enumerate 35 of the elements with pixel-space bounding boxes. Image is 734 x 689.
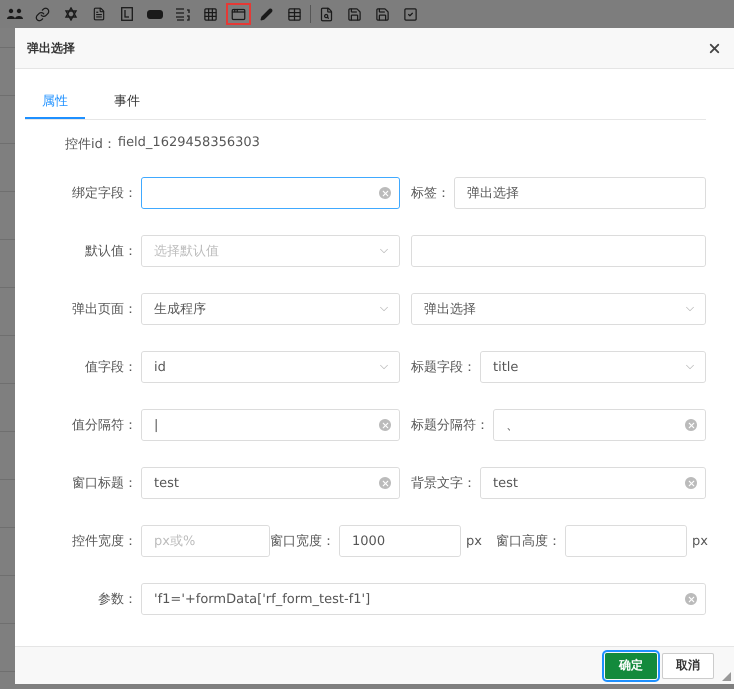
field-label: 标题字段： [411,359,477,376]
unit-label: px [690,534,709,548]
tab[interactable]: 事件 [97,87,157,119]
input-field[interactable] [141,177,400,209]
unit-label: px [465,534,483,548]
select-field[interactable]: title [480,351,706,383]
dialog-title: 弹出选择 [27,40,75,56]
input-field[interactable]: 'f1='+formData['rf_form_test-f1'] [141,583,706,615]
select-field[interactable]: 弹出选择 [411,293,706,325]
field-label: 控件宽度： [71,533,138,550]
resize-grip-icon[interactable] [722,672,731,681]
field-label: 标题分隔符： [411,417,490,434]
field-label: 默认值： [84,243,138,260]
field-label: 窗口标题： [71,475,138,492]
field-label: 弹出页面： [71,301,138,318]
cancel-button[interactable]: 取消 [662,652,714,678]
id-label: 控件id： [65,136,116,154]
select-field[interactable]: 生成程序 [141,293,400,325]
input-field[interactable]: 、 [493,409,706,441]
field-label: 绑定字段： [71,185,138,202]
id-value: field_1629458356303 [118,135,260,152]
window-icon[interactable] [226,3,251,25]
field-label: 值字段： [84,359,138,376]
select-field[interactable]: id [141,351,400,383]
input-field[interactable]: test [141,467,400,499]
field-label: 窗口宽度： [270,533,336,550]
input-field[interactable]: 弹出选择 [454,177,706,209]
field-label: 窗口高度： [496,533,562,550]
input-field[interactable]: test [480,467,706,499]
input-field[interactable]: | [141,409,400,441]
field-label: 值分隔符： [71,417,138,434]
field-label: 标签： [411,185,451,202]
field-label: 背景文字： [411,475,477,492]
input-field[interactable]: 1000 [339,525,461,557]
field-label: 参数： [97,591,138,608]
